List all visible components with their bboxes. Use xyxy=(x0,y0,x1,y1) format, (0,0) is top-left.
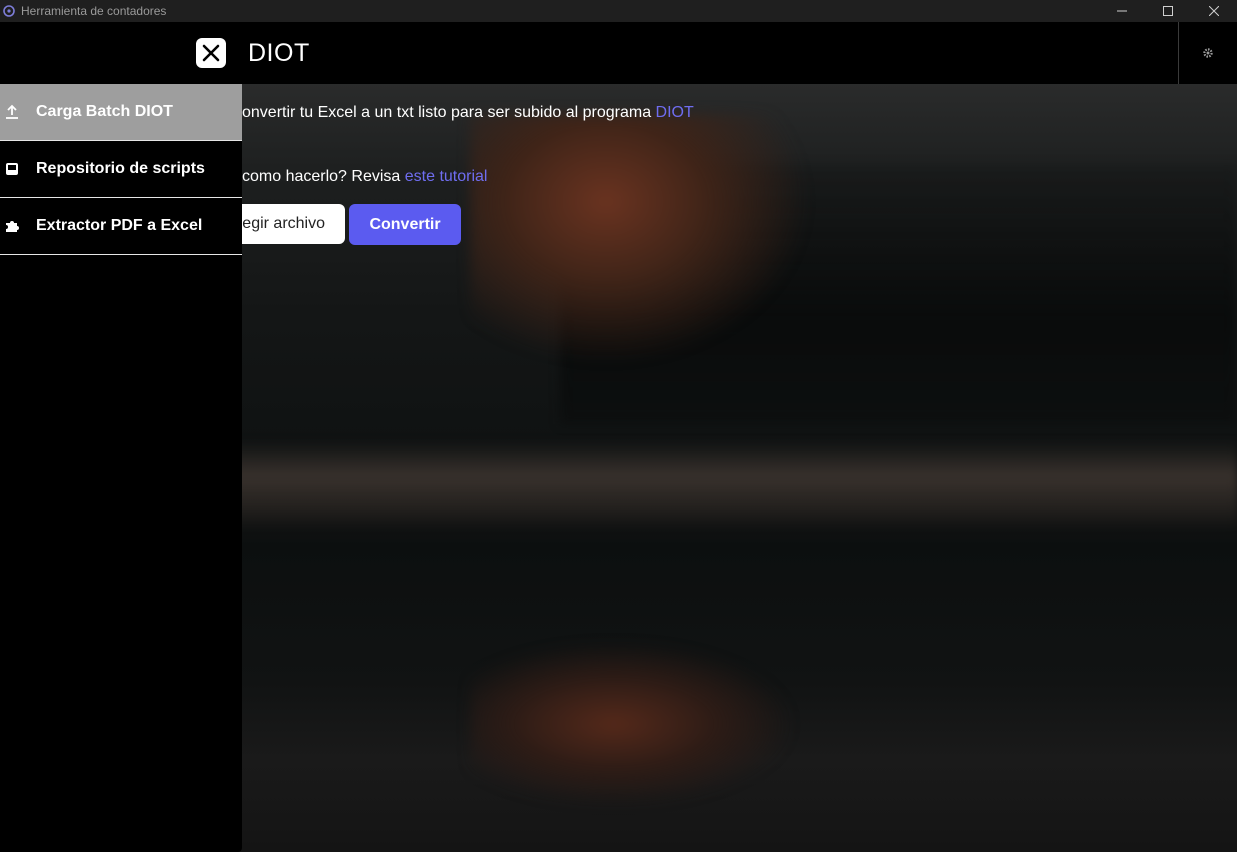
diot-link[interactable]: DIOT xyxy=(656,104,694,121)
sidebar-item-extractor-pdf-a-excel[interactable]: Extractor PDF a Excel xyxy=(0,198,242,255)
window-titlebar: Herramienta de contadores xyxy=(0,0,1237,22)
mountain-peak-shape xyxy=(470,114,810,364)
help-text: como hacerlo? Revisa este tutorial xyxy=(242,168,487,186)
close-menu-button[interactable] xyxy=(196,38,226,68)
close-icon xyxy=(202,44,220,62)
intro-text: onvertir tu Excel a un txt listo para se… xyxy=(242,104,694,122)
sidebar: Carga Batch DIOT Repositorio de scripts … xyxy=(0,84,242,852)
minimize-button[interactable] xyxy=(1099,0,1145,22)
gear-icon xyxy=(1203,48,1213,58)
intro-text-body: onvertir tu Excel a un txt listo para se… xyxy=(242,104,656,121)
maximize-button[interactable] xyxy=(1145,0,1191,22)
mountain-reflection-shape xyxy=(470,644,790,804)
tutorial-link[interactable]: este tutorial xyxy=(405,168,488,185)
convert-button[interactable]: Convertir xyxy=(349,204,461,245)
sidebar-item-carga-batch-diot[interactable]: Carga Batch DIOT xyxy=(0,84,242,141)
settings-button[interactable] xyxy=(1178,22,1237,84)
inbox-icon xyxy=(0,161,36,177)
sidebar-item-repositorio-de-scripts[interactable]: Repositorio de scripts xyxy=(0,141,242,198)
window-title: Herramienta de contadores xyxy=(21,4,167,18)
app-header: DIOT xyxy=(0,22,1237,85)
app-logo-icon xyxy=(3,5,15,17)
sidebar-item-label: Extractor PDF a Excel xyxy=(36,217,203,234)
page-title: DIOT xyxy=(248,39,310,67)
sidebar-item-label: Repositorio de scripts xyxy=(36,160,205,177)
sidebar-item-label: Carga Batch DIOT xyxy=(36,103,173,120)
upload-icon xyxy=(0,104,36,120)
help-text-body: como hacerlo? Revisa xyxy=(242,168,405,185)
puzzle-icon xyxy=(0,218,36,234)
close-window-button[interactable] xyxy=(1191,0,1237,22)
